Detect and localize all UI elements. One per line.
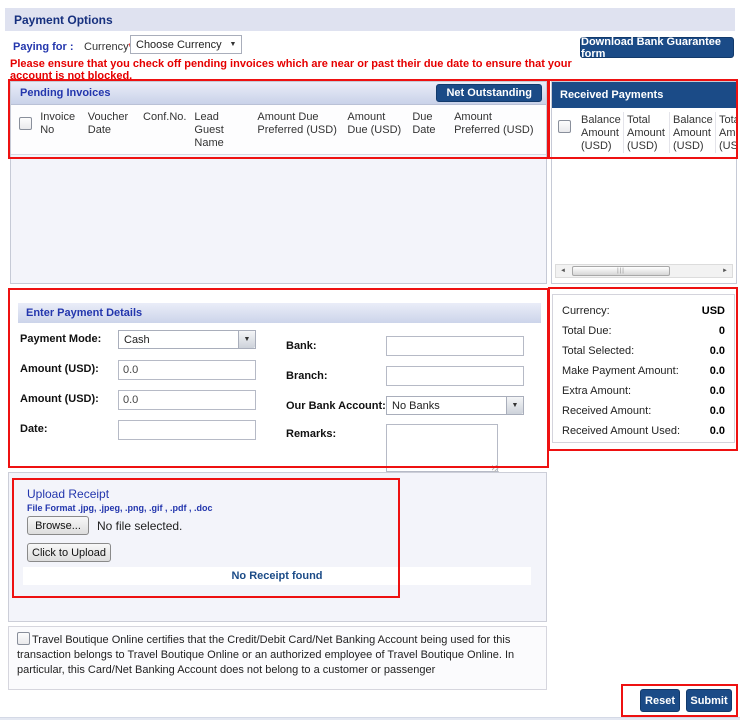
- summary-value: 0.0: [710, 385, 725, 397]
- enter-payment-details-section: Enter Payment Details Payment Mode: Cash…: [10, 290, 547, 466]
- page-title: Payment Options: [5, 8, 735, 31]
- certification-checkbox[interactable]: [17, 632, 30, 645]
- file-format-hint: File Format .jpg, .jpeg, .png, .gif , .p…: [27, 503, 213, 513]
- chevron-down-icon: ▼: [506, 397, 523, 414]
- summary-value: 0.0: [710, 425, 725, 437]
- net-outstanding-button[interactable]: Net Outstanding: [436, 84, 542, 102]
- date-input[interactable]: [118, 420, 256, 440]
- our-bank-account-label: Our Bank Account:: [286, 400, 386, 412]
- our-bank-account-value: No Banks: [387, 400, 506, 412]
- summary-value: 0: [719, 325, 725, 337]
- currency-select[interactable]: Choose Currency ▼: [130, 35, 242, 54]
- upload-receipt-title: Upload Receipt: [27, 487, 109, 501]
- column-header-lead-guest-name: Lead Guest Name: [194, 109, 250, 150]
- pending-invoices-panel: Pending Invoices Net Outstanding Invoice…: [10, 81, 547, 284]
- column-header-invoice-no: Invoice No: [40, 109, 81, 137]
- resize-grip-icon[interactable]: [492, 465, 499, 472]
- payment-mode-value: Cash: [119, 334, 238, 346]
- receipt-list-area: No Receipt found: [23, 567, 531, 585]
- currency-label: Currency*: [84, 41, 133, 53]
- summary-row: Extra Amount: 0.0: [562, 381, 725, 401]
- certification-block: Travel Boutique Online certifies that th…: [8, 626, 547, 690]
- remarks-label: Remarks:: [286, 428, 336, 440]
- summary-row: Total Selected: 0.0: [562, 341, 725, 361]
- browse-button[interactable]: Browse...: [27, 516, 89, 535]
- scroll-left-icon[interactable]: ◄: [556, 265, 570, 277]
- currency-select-value: Choose Currency: [131, 39, 225, 51]
- summary-value: 0.0: [710, 405, 725, 417]
- column-header-amount-due-preferred: Amount Due Preferred (USD): [257, 109, 340, 137]
- scroll-right-icon[interactable]: ►: [718, 265, 732, 277]
- summary-row: Received Amount Used: 0.0: [562, 421, 725, 441]
- amount-input-2[interactable]: [118, 390, 256, 410]
- amount-label-1: Amount (USD):: [20, 363, 99, 375]
- bank-label: Bank:: [286, 340, 317, 352]
- chevron-down-icon: ▼: [225, 41, 241, 48]
- column-header-voucher-date: Voucher Date: [88, 109, 136, 137]
- summary-row: Received Amount: 0.0: [562, 401, 725, 421]
- certification-text: Travel Boutique Online certifies that th…: [17, 634, 514, 676]
- no-receipt-found-text: No Receipt found: [231, 570, 322, 582]
- enter-payment-details-title: Enter Payment Details: [18, 303, 541, 323]
- payment-mode-label: Payment Mode:: [20, 333, 101, 345]
- date-label: Date:: [20, 423, 48, 435]
- received-payments-column-headers: Balance Amount (USD) Total Amount (USD) …: [552, 108, 736, 158]
- summary-value: 0.0: [710, 365, 725, 377]
- branch-input[interactable]: [386, 366, 524, 386]
- column-header-total-amount-2: Total Amount (USD): [716, 112, 736, 153]
- summary-row: Currency: USD: [562, 301, 725, 321]
- download-bank-guarantee-button[interactable]: Download Bank Guarantee form: [580, 37, 734, 58]
- branch-label: Branch:: [286, 370, 328, 382]
- payment-options-page: Payment Options Paying for : Currency* C…: [0, 0, 740, 727]
- summary-row: Make Payment Amount: 0.0: [562, 361, 725, 381]
- warning-text: Please ensure that you check off pending…: [10, 58, 610, 82]
- chevron-down-icon: ▼: [238, 331, 255, 348]
- remarks-textarea[interactable]: [386, 424, 498, 472]
- column-header-due-date: Due Date: [412, 109, 447, 137]
- column-header-amount-preferred: Amount Preferred (USD): [454, 109, 539, 137]
- summary-value: USD: [702, 305, 725, 317]
- payment-summary-panel: Currency: USD Total Due: 0 Total Selecte…: [552, 294, 735, 443]
- select-all-invoices-checkbox[interactable]: [19, 117, 32, 130]
- scrollbar-thumb[interactable]: |||: [572, 266, 670, 276]
- reset-button[interactable]: Reset: [640, 689, 680, 712]
- received-payments-panel: Received Payments Balance Amount (USD) T…: [551, 81, 737, 284]
- click-to-upload-button[interactable]: Click to Upload: [27, 543, 111, 562]
- footer-divider: [0, 717, 740, 720]
- amount-input-1[interactable]: [118, 360, 256, 380]
- column-header-amount-due: Amount Due (USD): [347, 109, 405, 137]
- our-bank-account-select[interactable]: No Banks ▼: [386, 396, 524, 415]
- summary-value: 0.0: [710, 345, 725, 357]
- received-payments-title: Received Payments: [552, 82, 736, 108]
- horizontal-scrollbar[interactable]: ◄ ||| ►: [555, 264, 733, 278]
- column-header-balance-amount-1: Balance Amount (USD): [578, 112, 624, 153]
- no-file-selected-text: No file selected.: [97, 519, 182, 533]
- pending-invoices-title: Pending Invoices: [20, 87, 436, 99]
- column-header-total-amount-1: Total Amount (USD): [624, 112, 670, 153]
- paying-for-label: Paying for :: [13, 41, 74, 53]
- payment-mode-select[interactable]: Cash ▼: [118, 330, 256, 349]
- pending-invoices-column-headers: Invoice No Voucher Date Conf.No. Lead Gu…: [11, 105, 546, 155]
- summary-row: Total Due: 0: [562, 321, 725, 341]
- select-all-payments-checkbox[interactable]: [558, 120, 571, 133]
- column-header-conf-no: Conf.No.: [143, 109, 187, 124]
- upload-receipt-section: Upload Receipt File Format .jpg, .jpeg, …: [8, 472, 547, 622]
- pending-invoices-header: Pending Invoices Net Outstanding: [11, 82, 546, 105]
- bank-input[interactable]: [386, 336, 524, 356]
- amount-label-2: Amount (USD):: [20, 393, 99, 405]
- column-header-balance-amount-2: Balance Amount (USD): [670, 112, 716, 153]
- submit-button[interactable]: Submit: [686, 689, 732, 712]
